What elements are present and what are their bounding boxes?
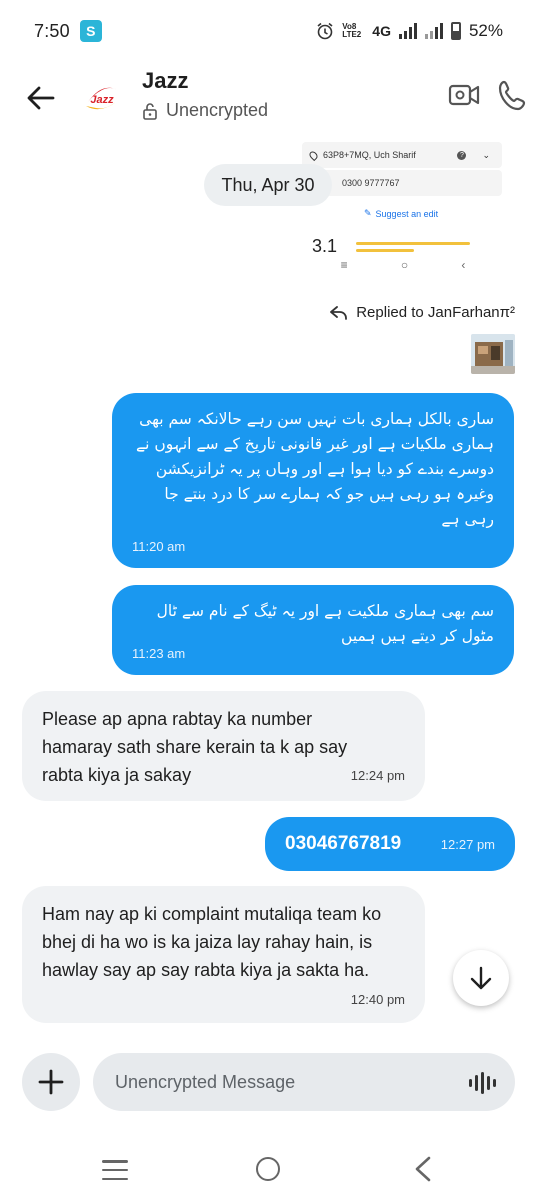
back-chevron-icon: ‹ [461,258,466,272]
reply-icon [330,305,348,320]
outgoing-message-bubble[interactable]: ساری بالکل ہماری بات نہیں سن رہے حالانکہ… [112,393,514,568]
incoming-message-bubble[interactable]: Ham nay ap ki complaint mutaliqa team ko… [22,886,425,1023]
image-attachment-preview[interactable]: 63P8+7MQ, Uch Sharif ? ⌄ 0300 9777767 ✎ … [290,138,516,280]
preview-phone: 0300 9777767 [342,178,400,188]
message-input[interactable] [115,1071,455,1093]
date-separator: Thu, Apr 30 [204,164,332,206]
status-time: 7:50 [34,20,70,41]
arrow-down-icon [470,966,492,990]
conversation-header: Jazz Jazz Unencrypted [0,62,537,134]
preview-suggest-edit: ✎ Suggest an edit [364,208,438,219]
plus-icon [38,1069,64,1095]
rating-bar [356,242,470,245]
status-bar: 7:50 S Vo8 LTE2 4G 52% [0,0,537,62]
recent-apps-button[interactable] [102,1160,128,1180]
audio-waveform-icon [469,1072,496,1094]
preview-rating: 3.1 [312,236,338,256]
message-time: 12:24 pm [350,768,405,783]
menu-icon: ≡ [340,258,348,272]
avatar[interactable]: Jazz [80,76,124,120]
message-text: Please ap apna rabtay ka number hamaray … [42,709,348,785]
voice-message-button[interactable] [469,1072,496,1094]
system-navigation-bar [0,1140,537,1199]
status-icons: Vo8 LTE2 4G 52% [316,21,503,41]
scroll-to-bottom-button[interactable] [453,950,509,1006]
message-time: 12:27 pm [440,836,495,852]
message-time: 11:20 am [132,539,186,554]
signal-icon [398,23,417,39]
message-text: ساری بالکل ہماری بات نہیں سن رہے حالانکہ… [136,410,494,528]
home-circle-icon: ○ [400,258,409,272]
contact-name: Jazz [142,68,189,93]
outgoing-message-bubble[interactable]: 03046767819 12:27 pm [265,817,515,871]
help-icon: ? [457,150,467,160]
volte-label: Vo8 LTE2 [342,22,362,39]
location-pin-icon [307,149,320,161]
message-time: 12:40 pm [350,992,405,1007]
phone-icon [498,80,526,111]
message-text: 03046767819 [285,833,402,854]
outgoing-message-bubble[interactable]: سم بھی ہماری ملکیت ہے اور یہ ٹیگ کے نام … [112,585,514,675]
message-compose-field[interactable] [93,1053,515,1111]
encryption-status: Unencrypted [142,100,268,121]
alarm-icon [317,22,333,40]
message-text: Ham nay ap ki complaint mutaliqa team ko… [42,904,382,980]
reply-indicator[interactable]: Replied to JanFarhanπ² [330,304,515,321]
network-type: 4G [372,23,391,39]
home-button[interactable] [256,1157,280,1181]
message-text: سم بھی ہماری ملکیت ہے اور یہ ٹیگ کے نام … [156,602,494,645]
preview-phone-row: 0300 9777767 [302,170,502,196]
reply-label: Replied to JanFarhanπ² [356,304,515,321]
signal-icon-2 [424,23,443,39]
contact-info[interactable]: Jazz Unencrypted [142,68,268,121]
pencil-icon: ✎ [364,208,372,218]
storefront-thumbnail-icon [471,334,515,374]
chevron-down-icon: ⌄ [482,149,490,160]
battery-icon [450,22,461,40]
preview-location: 63P8+7MQ, Uch Sharif [323,150,416,160]
video-call-button[interactable] [447,78,481,112]
preview-location-row: 63P8+7MQ, Uch Sharif ? ⌄ [302,142,502,168]
arrow-left-icon [27,86,55,110]
rating-bar [356,249,414,252]
jazz-logo-icon: Jazz [82,78,122,118]
incoming-message-bubble[interactable]: Please ap apna rabtay ka number hamaray … [22,691,425,801]
back-button[interactable] [22,80,60,116]
preview-nav-bar: ≡ ○ ‹ [290,258,516,272]
reply-image-thumbnail[interactable] [471,334,515,374]
battery-percent: 52% [468,21,503,40]
add-attachment-button[interactable] [22,1053,80,1111]
avatar-text: Jazz [90,94,114,106]
encryption-label: Unencrypted [166,100,269,120]
system-back-button[interactable] [412,1156,434,1182]
chevron-left-icon [415,1156,431,1182]
message-time: 11:23 am [132,646,186,661]
unlock-icon [143,102,157,120]
video-camera-icon [448,84,480,106]
preview-suggest-label: Suggest an edit [375,208,439,219]
app-notification-icon: S [79,20,102,42]
voice-call-button[interactable] [497,78,529,112]
